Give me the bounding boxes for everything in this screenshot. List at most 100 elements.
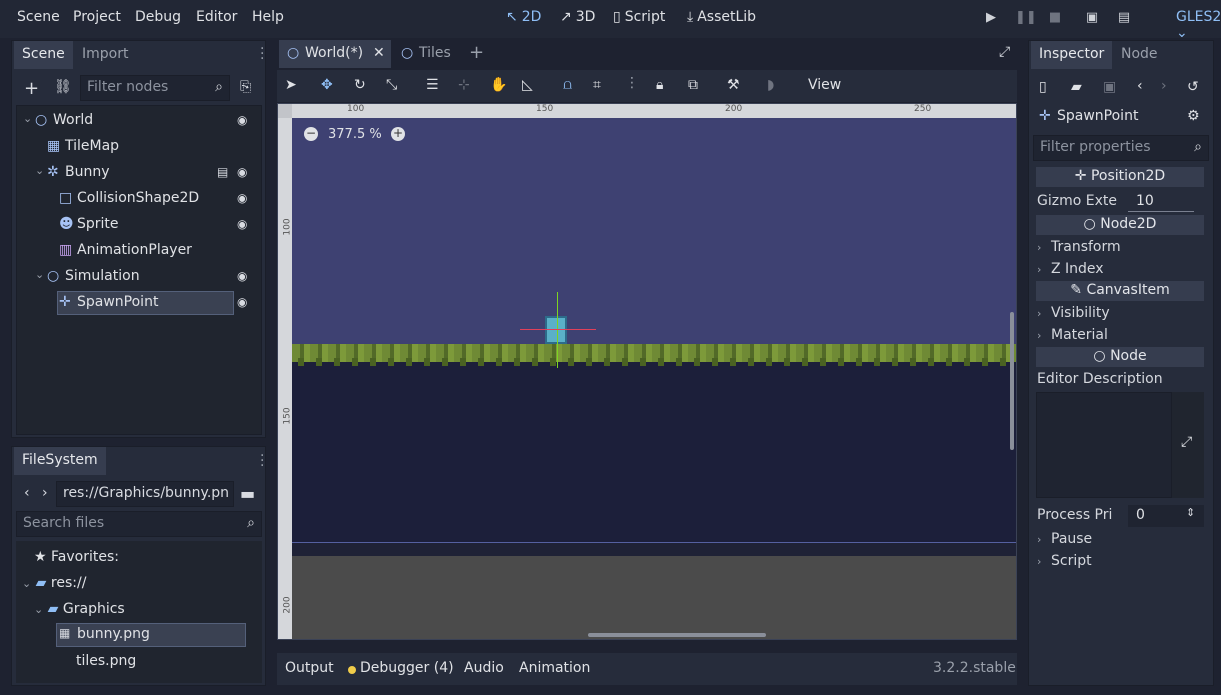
chevron-down-icon[interactable]: ⌄ [23, 112, 32, 125]
tab-tiles[interactable]: ○ Tiles [395, 40, 467, 68]
tab-import[interactable]: Import [74, 41, 136, 69]
tree-item-spawnpoint[interactable]: ✛ SpawnPoint ◉ [21, 291, 263, 315]
expand-icon[interactable]: ⤢ [1181, 434, 1192, 450]
dock-menu-icon[interactable]: · · · [260, 449, 264, 473]
list-select-icon[interactable]: ☰ [426, 77, 439, 93]
zoom-in-button[interactable]: + [391, 127, 405, 141]
bunny-sprite[interactable] [545, 316, 567, 344]
tab-node[interactable]: Node [1113, 41, 1166, 69]
zoom-out-button[interactable]: − [304, 127, 318, 141]
dock-menu-icon[interactable]: · · · [260, 42, 264, 66]
file-item-tiles[interactable]: tiles.png [76, 653, 136, 669]
play-scene-icon[interactable]: ▣ [1084, 10, 1100, 26]
horizontal-scrollbar[interactable] [588, 633, 766, 637]
group-material[interactable]: › Material [1037, 327, 1108, 343]
visibility-eye-icon[interactable]: ◉ [237, 269, 251, 283]
folder-graphics[interactable]: ⌄ ▰ Graphics [34, 601, 125, 617]
tree-item-simulation[interactable]: ⌄ ○ Simulation ◉ [21, 265, 263, 289]
group-z-index[interactable]: › Z Index [1037, 261, 1104, 277]
tab-filesystem[interactable]: FileSystem [14, 447, 106, 475]
search-files-input[interactable]: Search files ⌕ [16, 511, 262, 537]
object-properties-icon[interactable]: ⚙ [1187, 108, 1200, 124]
history-icon[interactable]: ↺ [1187, 79, 1199, 95]
pan-mode-icon[interactable]: ✋ [490, 77, 507, 93]
group-icon[interactable]: ⧉ [688, 77, 698, 93]
visibility-eye-icon[interactable]: ◉ [237, 113, 251, 127]
vertical-scrollbar[interactable] [1010, 312, 1014, 450]
play-icon[interactable]: ▶ [983, 10, 999, 26]
tab-world[interactable]: ○ World(*) ✕ [279, 40, 391, 68]
visibility-eye-icon[interactable]: ◉ [237, 165, 251, 179]
new-resource-icon[interactable]: ▯ [1039, 79, 1047, 95]
instance-scene-icon[interactable]: ⎘ [240, 79, 251, 95]
menu-help[interactable]: Help [252, 9, 284, 25]
tab-output[interactable]: Output [285, 660, 334, 676]
chevron-down-icon[interactable]: ⌄ [35, 268, 44, 281]
camera-icon[interactable]: ◗ [767, 77, 774, 93]
spinner-icon[interactable]: ⇕ [1186, 506, 1195, 519]
tree-item-world[interactable]: ⌄ ○ World ◉ [21, 109, 263, 133]
path-field[interactable]: res://Graphics/bunny.pn [56, 481, 234, 507]
add-node-icon[interactable]: + [24, 78, 39, 99]
filter-properties-input[interactable]: Filter properties ⌕ [1033, 135, 1209, 161]
tree-item-animationplayer[interactable]: ▥ AnimationPlayer [21, 239, 263, 263]
menu-scene[interactable]: Scene [17, 9, 60, 25]
distraction-free-icon[interactable]: ⤢ [999, 44, 1010, 60]
section-node[interactable]: ○ Node [1036, 347, 1204, 367]
open-folder-icon[interactable]: ▰ [1071, 79, 1082, 95]
editor-description-field[interactable] [1036, 392, 1172, 498]
back-icon[interactable]: ‹ [1137, 78, 1143, 94]
menu-project[interactable]: Project [73, 9, 121, 25]
filter-nodes-input[interactable]: Filter nodes ⌕ [80, 75, 230, 101]
skeleton-icon[interactable]: ⚒ [727, 77, 740, 93]
workspace-2d[interactable]: ↖ 2D [506, 9, 541, 25]
workspace-3d[interactable]: ↗ 3D [560, 9, 595, 25]
back-icon[interactable]: ‹ [24, 485, 30, 501]
menu-editor[interactable]: Editor [196, 9, 237, 25]
section-node2d[interactable]: ○ Node2D [1036, 215, 1204, 235]
favorites-header[interactable]: ★ Favorites: [34, 549, 119, 565]
snap-options-icon[interactable]: ⋮ [625, 75, 639, 91]
renderer-selector[interactable]: GLES2 ⌄ [1176, 9, 1221, 41]
split-view-icon[interactable]: ▬ [240, 484, 255, 503]
stop-icon[interactable]: ■ [1047, 10, 1063, 26]
add-tab-icon[interactable]: + [469, 42, 484, 63]
group-transform[interactable]: › Transform [1037, 239, 1121, 255]
menu-debug[interactable]: Debug [135, 9, 181, 25]
tree-item-sprite[interactable]: ☻ Sprite ◉ [21, 213, 263, 237]
folder-res[interactable]: ⌄ ▰ res:// [22, 575, 86, 591]
grid-snap-icon[interactable]: ⌗ [593, 77, 601, 93]
play-custom-scene-icon[interactable]: ▤ [1116, 10, 1132, 26]
inspected-node-name[interactable]: SpawnPoint [1057, 108, 1138, 124]
close-icon[interactable]: ✕ [373, 45, 385, 61]
save-icon[interactable]: ▣ [1103, 79, 1116, 95]
rotate-mode-icon[interactable]: ↻ [354, 77, 366, 93]
pause-icon[interactable]: ❚❚ [1015, 10, 1037, 26]
tree-item-bunny[interactable]: ⌄ ✲ Bunny ▤ ◉ [21, 161, 263, 185]
file-item-bunny[interactable]: ▦ bunny.png [56, 623, 246, 647]
tree-item-tilemap[interactable]: ▦ TileMap [21, 135, 263, 159]
tab-debugger[interactable]: Debugger (4) [360, 660, 454, 676]
process-priority-field[interactable]: 0 ⇕ [1128, 505, 1204, 527]
zoom-level[interactable]: 377.5 % [328, 127, 382, 142]
chevron-down-icon[interactable]: ⌄ [35, 164, 44, 177]
pivot-icon[interactable]: ⊹ [458, 77, 470, 93]
script-attached-icon[interactable]: ▤ [217, 165, 228, 179]
visibility-eye-icon[interactable]: ◉ [237, 191, 251, 205]
view-menu[interactable]: View [808, 77, 841, 93]
lock-icon[interactable]: 🔒︎ [656, 77, 663, 93]
move-mode-icon[interactable]: ✥ [321, 77, 333, 93]
workspace-script[interactable]: ▯ Script [613, 9, 665, 25]
tab-animation[interactable]: Animation [519, 660, 590, 676]
smart-snap-icon[interactable]: ⩍ [563, 77, 572, 93]
select-mode-icon[interactable]: ➤ [285, 77, 297, 93]
workspace-assetlib[interactable]: ⤓ AssetLib [687, 9, 756, 25]
forward-icon[interactable]: › [42, 485, 48, 501]
tab-inspector[interactable]: Inspector [1031, 41, 1113, 69]
group-script[interactable]: › Script [1037, 553, 1092, 569]
tree-item-collisionshape2d[interactable]: □ CollisionShape2D ◉ [21, 187, 263, 211]
tab-audio[interactable]: Audio [464, 660, 504, 676]
visibility-eye-icon[interactable]: ◉ [237, 295, 251, 309]
tab-scene[interactable]: Scene [14, 41, 73, 69]
link-icon[interactable]: ⛓ [54, 79, 72, 95]
